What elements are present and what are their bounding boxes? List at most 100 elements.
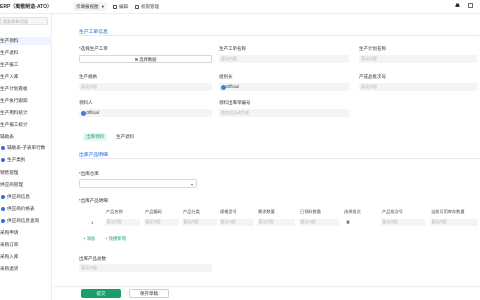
work-order-label: *选择生产工单 xyxy=(79,46,108,51)
view-select[interactable]: 仅填报视图 ▾ xyxy=(73,2,107,11)
group-leader-label: 组别长 xyxy=(219,74,233,79)
sidebar-item[interactable]: 供应商信息查询 xyxy=(0,217,52,225)
picker-value: Official xyxy=(86,110,99,115)
details-table-header: 产品名称 产品编码 产品分类 规格型号 需求数量 已领料数量 选择批次 产品批次… xyxy=(79,207,479,216)
avatar xyxy=(80,110,86,116)
sidebar-item[interactable]: 生产报工 xyxy=(0,61,52,69)
add-row-button[interactable]: + 添加 xyxy=(83,236,95,242)
submit-button[interactable]: 提交 xyxy=(81,289,121,298)
total-field[interactable]: 暂无内容 xyxy=(79,264,212,272)
sidebar-item-label: 生产报工 xyxy=(0,62,19,67)
top-bar: ERP（离散制造-ATO） 仅填报视图 ▾ 编辑 权限管理 xyxy=(0,0,480,14)
sidebar-item[interactable]: 供应商价格表 xyxy=(0,205,52,213)
warehouse-select[interactable]: ▾ xyxy=(79,179,197,188)
permission-button[interactable]: 权限管理 xyxy=(135,3,159,10)
sidebar-item[interactable]: 辅助表 xyxy=(0,133,52,141)
picker-label: 领料人 xyxy=(79,100,93,105)
save-draft-button[interactable]: 保存草稿 xyxy=(129,289,169,298)
delete-row-icon[interactable] xyxy=(346,220,350,224)
sidebar-item-label: 采购退货 xyxy=(0,266,19,271)
group-leader-field[interactable]: Official xyxy=(219,83,349,91)
sidebar-item[interactable]: 生产领料 xyxy=(0,37,52,45)
sidebar-search-input[interactable]: 搜索表单/页面 xyxy=(0,17,48,25)
picker-field[interactable]: Official xyxy=(79,109,212,117)
sidebar-item-label: 生产执行跟踪 xyxy=(0,98,28,103)
section-divider xyxy=(79,158,479,159)
form-icon xyxy=(1,207,5,211)
section-title-work-order: 生产工单信息 xyxy=(79,30,108,35)
sidebar-item-label: 生产报工统计 xyxy=(0,122,28,127)
avatar xyxy=(220,84,226,90)
code-field[interactable]: 提交后自动生成 xyxy=(219,109,349,117)
sidebar-item-label: 供应商信息 xyxy=(7,194,30,199)
sidebar-item[interactable]: 生产执行跟踪 xyxy=(0,97,52,105)
sidebar-item-label: 辅助表-子表单行数 xyxy=(7,145,46,150)
tab-outbound-picking[interactable]: 出库领料 xyxy=(83,133,107,141)
cell-product-code[interactable]: 暂无内容 xyxy=(144,218,179,226)
tab-production-return[interactable]: 生产退料 xyxy=(113,133,137,141)
sidebar-item-label: 生产类别 xyxy=(7,157,26,162)
col-product-code: 产品编码 xyxy=(145,208,162,214)
sidebar-item-label: 采购入库 xyxy=(0,254,19,259)
sidebar-item-label: 供应商价格表 xyxy=(7,206,35,211)
sidebar-item-label: 采购订单 xyxy=(0,242,19,247)
sidebar-item-label: 供应商管理 xyxy=(0,182,23,187)
sidebar-item-label: 采购申请 xyxy=(0,230,19,235)
edit-button[interactable]: 编辑 xyxy=(113,3,128,10)
product-spec-field[interactable]: 暂无内容 xyxy=(79,83,212,91)
row-number: 1 xyxy=(91,219,94,225)
sidebar-item-label: 供应商信息查询 xyxy=(7,218,40,223)
col-picked-qty: 已领料数量 xyxy=(300,208,321,214)
sidebar-item[interactable]: 销售管理 xyxy=(0,169,52,177)
batch-field[interactable]: 暂无内容 xyxy=(359,83,477,91)
section-divider xyxy=(79,35,479,36)
sidebar-item[interactable]: 采购退货 xyxy=(0,265,52,273)
fullscreen-icon[interactable] xyxy=(468,3,473,8)
sidebar-item[interactable]: 采购申请 xyxy=(0,229,52,237)
sidebar-item[interactable]: 采购入库 xyxy=(0,253,52,261)
form-icon xyxy=(1,158,5,162)
sidebar-item-label: 生产领料 xyxy=(0,38,19,43)
work-order-name-field[interactable]: 暂无内容 xyxy=(219,55,349,63)
sidebar-item-label: 生产退料 xyxy=(0,50,19,55)
cell-product-name[interactable]: 暂无内容 xyxy=(105,218,140,226)
sidebar-item[interactable]: 辅助表-子表单行数 xyxy=(0,144,52,152)
sidebar-item-label: 生产用料统计 xyxy=(0,110,28,115)
cell-product-category[interactable]: 暂无内容 xyxy=(182,218,217,226)
cell-picked-qty[interactable]: 暂无内容 xyxy=(299,218,339,226)
form-icon xyxy=(1,219,5,223)
col-select-batch: 选择批次 xyxy=(344,208,361,214)
sidebar-item[interactable]: 供应商管理 xyxy=(0,181,52,189)
print-icon[interactable] xyxy=(455,3,460,8)
sidebar-item[interactable]: 生产报工统计 xyxy=(0,121,52,129)
col-batch-number: 产品批次号 xyxy=(382,208,403,214)
form-icon xyxy=(1,195,5,199)
select-data-button[interactable]: ⊞ 选择数据 xyxy=(79,55,212,63)
cell-batch-number[interactable]: 暂无内容 xyxy=(381,218,425,226)
work-order-name-label: 生产工单名称 xyxy=(219,46,246,51)
cell-available-stock[interactable]: 暂无内容 xyxy=(430,218,478,226)
sidebar-item[interactable]: 供应商信息 xyxy=(0,193,52,201)
sidebar-item[interactable]: 生产用料统计 xyxy=(0,109,52,117)
sidebar-item[interactable]: 生产计划看板 xyxy=(0,85,52,93)
sidebar-item-label: 销售管理 xyxy=(0,170,19,175)
plan-name-field[interactable]: 暂无内容 xyxy=(359,55,477,63)
col-spec-model: 规格型号 xyxy=(220,208,237,214)
cell-required-qty[interactable]: 暂无内容 xyxy=(257,218,295,226)
col-available-stock: 当前可用库存数量 xyxy=(431,208,465,214)
form-icon xyxy=(1,146,5,150)
section-title-outbound-details: 出库产品明细 xyxy=(79,153,108,158)
bulk-add-button[interactable]: + 快捷新增 xyxy=(105,236,126,242)
app-title: ERP（离散制造-ATO） xyxy=(0,4,53,10)
sidebar-item[interactable]: 采购订单 xyxy=(0,241,52,249)
sidebar-item[interactable]: 生产退料 xyxy=(0,49,52,57)
total-label: 出库产品总数 xyxy=(79,256,106,261)
sidebar-item-label: 生产计划看板 xyxy=(0,86,28,91)
form-footer: 提交 保存草稿 xyxy=(53,286,480,300)
details-label: *出库产品明细 xyxy=(79,198,108,203)
edit-icon xyxy=(113,4,117,9)
sidebar-item[interactable]: 生产类别 xyxy=(0,156,52,164)
cell-spec-model[interactable]: 暂无内容 xyxy=(219,218,254,226)
group-leader-value: Official xyxy=(226,84,239,89)
sidebar-item[interactable]: 生产入库 xyxy=(0,73,52,81)
